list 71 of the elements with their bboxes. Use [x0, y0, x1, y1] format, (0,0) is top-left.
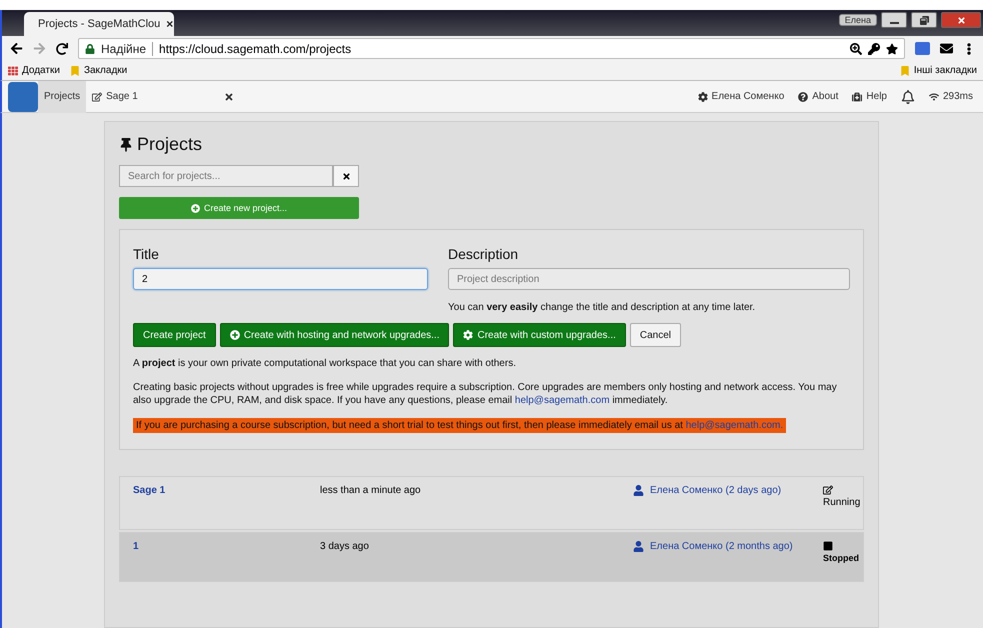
- edit-icon: [92, 92, 102, 102]
- medkit-icon: [852, 92, 862, 102]
- search-field[interactable]: Search for projects...: [119, 165, 333, 187]
- profile-button[interactable]: Елена: [838, 14, 877, 26]
- upgrades-text: Creating basic projects without upgrades is free while upgrades require a subscription. Core upgrades are members only hosting and network access. You may also upgrade the CPU, RAM, and disk space. If you have any questions, please email help@sagemath.com immediately.: [133, 380, 838, 408]
- bookmark[interactable]: Інші закладки: [900, 65, 977, 76]
- browser-tab[interactable]: Projects - SageMathClou ×: [24, 12, 174, 36]
- nav-tab[interactable]: Projects: [38, 80, 86, 112]
- tab-close-button[interactable]: ×: [166, 17, 174, 31]
- description-label: Description: [448, 246, 520, 262]
- user-icon: [633, 540, 644, 552]
- collaborator: Елена Соменко (2 days ago): [633, 484, 823, 520]
- mail-icon[interactable]: [940, 42, 953, 55]
- help-icon: [798, 92, 808, 102]
- project-row[interactable]: 1 3 days ago Елена Соменко (2 months ago) Stopped: [119, 532, 864, 582]
- close-icon: [342, 172, 350, 180]
- nav-item[interactable]: Елена Соменко: [698, 91, 784, 102]
- reload-icon[interactable]: [56, 42, 68, 54]
- close-icon[interactable]: [224, 92, 234, 102]
- status-text: Running: [823, 496, 860, 508]
- intro-text: A project is your own private computational workspace that you can share with others.: [133, 357, 517, 370]
- minimize-icon: [890, 22, 898, 24]
- clear-search-button[interactable]: [333, 165, 359, 187]
- title-label: Title: [133, 246, 160, 262]
- star-icon[interactable]: [886, 42, 898, 54]
- nav-item[interactable]: Help: [852, 91, 887, 102]
- apps-icon: [8, 66, 18, 76]
- gear-icon: [698, 92, 708, 102]
- back-icon[interactable]: [10, 42, 23, 55]
- pin-icon: [119, 138, 133, 152]
- modified-time: less than a minute ago: [320, 484, 422, 498]
- restore-icon: [920, 16, 928, 24]
- bookmark[interactable]: Закладки: [70, 65, 128, 76]
- status-text: Stopped: [823, 552, 859, 562]
- collaborator: Елена Соменко (2 months ago): [633, 540, 823, 572]
- close-button[interactable]: [941, 12, 981, 28]
- lock-icon: [85, 44, 95, 54]
- nav-item[interactable]: 293ms: [928, 91, 973, 102]
- close-icon: [956, 16, 966, 24]
- hint-text: You can very easily change the title and description at any time later.: [448, 302, 756, 313]
- stop-icon: [823, 540, 833, 550]
- bookmark[interactable]: Додатки: [8, 65, 60, 76]
- page-title: Projects: [119, 134, 864, 155]
- gear-icon: [463, 330, 474, 340]
- warning-text: If you are purchasing a course subscription, but need a short trial to test things out first, then please immediately email us at help@sagemath.com.: [133, 418, 786, 432]
- email-link[interactable]: help@sagemath.com: [514, 395, 610, 406]
- plus-icon: [230, 330, 240, 340]
- create-new-project-button[interactable]: Create new project...: [119, 197, 359, 219]
- title-field[interactable]: 2: [133, 268, 428, 290]
- logo-icon[interactable]: [8, 82, 38, 112]
- project-row[interactable]: Sage 1 less than a minute ago Елена Соменко (2 days ago) Running: [119, 476, 864, 530]
- description-field[interactable]: Project description: [448, 268, 850, 290]
- user-icon: [633, 484, 644, 496]
- restore-button[interactable]: [911, 12, 937, 28]
- key-icon[interactable]: [868, 42, 880, 54]
- address-field[interactable]: Надійне https://cloud.sagemath.com/projects: [78, 38, 905, 59]
- wifi-icon: [928, 92, 939, 102]
- create-button[interactable]: Cancel: [630, 323, 682, 347]
- bell-icon[interactable]: [900, 90, 915, 104]
- create-button[interactable]: Create with custom upgrades...: [453, 323, 626, 347]
- create-button[interactable]: Create project: [133, 323, 216, 347]
- zoom-icon[interactable]: [850, 42, 862, 54]
- nav-tab[interactable]: Sage 1: [86, 80, 144, 112]
- nav-item[interactable]: About: [798, 91, 838, 102]
- create-button[interactable]: Create with hosting and network upgrades...: [220, 323, 450, 347]
- project-title[interactable]: Sage 1: [133, 484, 320, 520]
- minimize-button[interactable]: [881, 12, 907, 28]
- modified-time: 3 days ago: [320, 540, 370, 554]
- edit-icon: [823, 484, 833, 494]
- project-title[interactable]: 1: [133, 540, 320, 572]
- plus-icon: [190, 204, 200, 212]
